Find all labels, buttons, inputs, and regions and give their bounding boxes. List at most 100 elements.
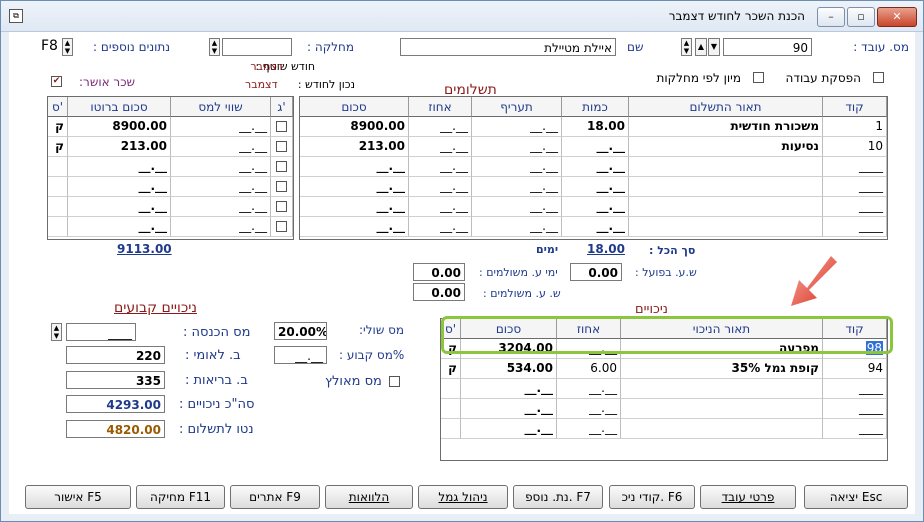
payments-cell-pct[interactable]: __.__ (409, 157, 472, 177)
approved-checkbox[interactable]: ✔ (51, 76, 62, 87)
deductions-cell-s[interactable] (441, 379, 461, 399)
minimize-button[interactable]: – (817, 7, 845, 27)
name-field[interactable]: איילת מטיילת (400, 38, 616, 56)
close-button[interactable]: ✕ (877, 7, 917, 27)
gross-row-checkbox[interactable] (276, 181, 287, 192)
income-tax-field[interactable]: ____ (66, 323, 136, 341)
paid-hours-field[interactable]: 0.00 (413, 283, 465, 301)
national-ins-field[interactable]: 220 (66, 346, 165, 364)
loans-button[interactable]: הלוואות (325, 485, 413, 509)
department-spin-icon[interactable]: ▲ ▼ (209, 38, 220, 56)
deductions-cell-code[interactable]: ____ (823, 379, 887, 399)
gross-cell-gross[interactable]: __.__ (68, 197, 171, 217)
fixed-tax-field[interactable]: __.__ (274, 346, 327, 364)
delete-button[interactable]: מחיקה F11 (136, 485, 225, 509)
next-employee-icon[interactable]: ▼ (708, 38, 720, 56)
deductions-cell-code[interactable]: 94 (823, 359, 887, 379)
payments-cell-pct[interactable]: __.__ (409, 177, 472, 197)
payments-cell-code[interactable]: ____ (823, 197, 887, 217)
paid-days-field[interactable]: 0.00 (413, 263, 465, 281)
extra-data-key[interactable]: F8 (41, 38, 58, 54)
gross-cell-gross[interactable]: __.__ (68, 217, 171, 237)
deductions-cell-desc[interactable]: קופת גמל 35% (621, 359, 823, 379)
gross-cell-s[interactable] (48, 177, 68, 197)
payments-cell-pct[interactable]: __.__ (409, 217, 472, 237)
gross-cell-gross[interactable]: __.__ (68, 177, 171, 197)
health-field[interactable]: 335 (66, 371, 165, 389)
payments-cell-desc[interactable] (629, 177, 823, 197)
payments-cell-desc[interactable]: נסיעות (629, 137, 823, 157)
exit-button[interactable]: יציאה Esc (804, 485, 908, 509)
deductions-cell-s[interactable]: ק (441, 359, 461, 379)
gross-cell-gross[interactable]: 8900.00 (68, 117, 171, 137)
payments-cell-rate[interactable]: __.__ (472, 197, 562, 217)
credits-button[interactable]: אתרים F9 (230, 485, 320, 509)
gross-row-checkbox[interactable] (276, 201, 287, 212)
gross-row-checkbox[interactable] (276, 141, 287, 152)
deductions-cell-s[interactable] (441, 419, 461, 439)
payments-cell-amount[interactable]: __.__ (300, 217, 409, 237)
employee-spin-icon[interactable]: ▲ ▼ (681, 38, 692, 56)
payments-cell-pct[interactable]: __.__ (409, 197, 472, 217)
employee-no-field[interactable]: 90 (723, 38, 812, 56)
deduction-codes-button[interactable]: קודי ניכ. F6 (609, 485, 695, 509)
gross-cell-taxable[interactable]: __.__ (171, 197, 271, 217)
payments-cell-desc[interactable]: משכורת חודשית (629, 117, 823, 137)
marginal-tax-field[interactable]: 20.00% (274, 322, 327, 340)
deductions-cell-desc[interactable] (621, 379, 823, 399)
prev-employee-icon[interactable]: ▲ (695, 38, 707, 56)
gross-cell-s[interactable]: ק (48, 117, 68, 137)
gross-row-checkbox[interactable] (276, 221, 287, 232)
payments-cell-amount[interactable]: 8900.00 (300, 117, 409, 137)
stop-work-checkbox[interactable] (873, 72, 884, 83)
payments-cell-code[interactable]: 10 (823, 137, 887, 157)
payments-cell-qty[interactable]: __.__ (562, 197, 629, 217)
approve-button[interactable]: אישור F5 (25, 485, 131, 509)
deductions-cell-amount[interactable]: __.__ (461, 399, 557, 419)
gross-cell-taxable[interactable]: __.__ (171, 217, 271, 237)
employee-details-button[interactable]: פרטי עובד (700, 485, 796, 509)
payments-cell-qty[interactable]: __.__ (562, 157, 629, 177)
gross-cell-s[interactable] (48, 157, 68, 177)
gross-cell-taxable[interactable]: __.__ (171, 177, 271, 197)
payments-cell-rate[interactable]: __.__ (472, 117, 562, 137)
payments-cell-rate[interactable]: __.__ (472, 217, 562, 237)
payments-cell-code[interactable]: ____ (823, 217, 887, 237)
deductions-cell-pct[interactable]: __.__ (557, 379, 621, 399)
deductions-cell-desc[interactable] (621, 399, 823, 419)
deductions-cell-amount[interactable]: __.__ (461, 419, 557, 439)
income-tax-spin-icon[interactable]: ▲ ▼ (51, 323, 62, 341)
additional-data-button[interactable]: נת. נוספ. F7 (513, 485, 603, 509)
payments-cell-qty[interactable]: 18.00 (562, 117, 629, 137)
actual-hours-field[interactable]: 0.00 (570, 263, 622, 281)
payments-cell-qty[interactable]: __.__ (562, 217, 629, 237)
payments-cell-code[interactable]: ____ (823, 177, 887, 197)
gross-cell-taxable[interactable]: __.__ (171, 137, 271, 157)
gross-row-checkbox[interactable] (276, 161, 287, 172)
gross-cell-s[interactable] (48, 217, 68, 237)
payments-cell-qty[interactable]: __.__ (562, 177, 629, 197)
payments-cell-desc[interactable] (629, 157, 823, 177)
provident-fund-button[interactable]: ניהול גמל (418, 485, 508, 509)
deductions-cell-amount[interactable]: __.__ (461, 379, 557, 399)
payments-cell-rate[interactable]: __.__ (472, 137, 562, 157)
payments-cell-rate[interactable]: __.__ (472, 177, 562, 197)
deductions-cell-amount[interactable]: 534.00 (461, 359, 557, 379)
deductions-cell-s[interactable] (441, 399, 461, 419)
gross-cell-s[interactable]: ק (48, 137, 68, 157)
deductions-cell-pct[interactable]: __.__ (557, 399, 621, 419)
deductions-cell-code[interactable]: ____ (823, 419, 887, 439)
payments-cell-amount[interactable]: 213.00 (300, 137, 409, 157)
payments-cell-amount[interactable]: __.__ (300, 157, 409, 177)
payments-cell-code[interactable]: ____ (823, 157, 887, 177)
sort-dept-checkbox[interactable] (753, 72, 764, 83)
department-field[interactable] (222, 38, 292, 56)
deductions-cell-pct[interactable]: __.__ (557, 419, 621, 439)
payments-cell-desc[interactable] (629, 197, 823, 217)
deductions-cell-code[interactable]: ____ (823, 399, 887, 419)
gross-cell-taxable[interactable]: __.__ (171, 157, 271, 177)
deductions-cell-desc[interactable] (621, 419, 823, 439)
deductions-cell-pct[interactable]: 6.00 (557, 359, 621, 379)
gross-cell-gross[interactable]: __.__ (68, 157, 171, 177)
payments-cell-code[interactable]: 1 (823, 117, 887, 137)
